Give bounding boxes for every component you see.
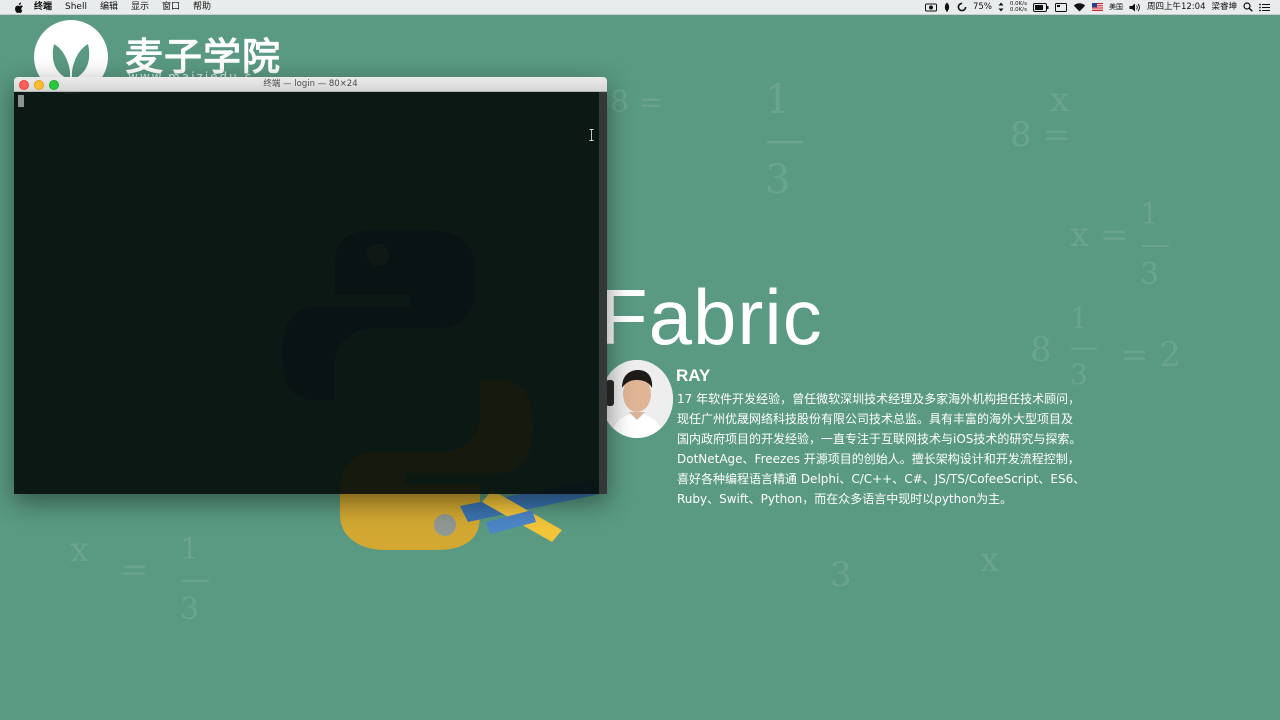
- flag-icon[interactable]: [1091, 3, 1103, 11]
- menu-edit[interactable]: 编辑: [100, 0, 118, 15]
- sync-icon[interactable]: [957, 2, 967, 12]
- screen-record-icon[interactable]: [925, 3, 937, 12]
- avatar: [601, 360, 673, 438]
- presenter-name: RAY: [676, 366, 711, 385]
- terminal-titlebar[interactable]: 终端 — login — 80×24: [14, 77, 607, 92]
- bio-line: 17 年软件开发经验，曾任微软深圳技术经理及多家海外机构担任技术顾问，: [677, 392, 1081, 406]
- window-controls: [19, 80, 59, 90]
- list-icon[interactable]: [1259, 3, 1270, 12]
- terminal-window[interactable]: 终端 — login — 80×24: [14, 77, 607, 494]
- network-speed[interactable]: 0.0K/s 0.0K/s: [1010, 1, 1027, 13]
- text-cursor: [18, 95, 24, 107]
- bio-line: DotNetAge、Freezes 开源项目的创始人。擅长架构设计和开发流程控制…: [677, 452, 1080, 466]
- menu-view[interactable]: 显示: [131, 0, 149, 15]
- bio-line: 喜好各种编程语言精通 Delphi、C/C++、C#、JS/TS/CofeeSc…: [677, 472, 1086, 486]
- status-area: 75% 0.0K/s 0.0K/s 美国 周四上午12:04 梁睿坤: [925, 0, 1280, 15]
- search-icon[interactable]: [1243, 2, 1253, 12]
- desktop: 8 = 1—3 x 8 = x = 1—3 8 1—3 = 2 x = 1—3 …: [0, 0, 1280, 720]
- user-name[interactable]: 梁睿坤: [1211, 0, 1237, 15]
- presenter-bio: 17 年软件开发经验，曾任微软深圳技术经理及多家海外机构担任技术顾问， 现任广州…: [677, 389, 1117, 509]
- scrollbar[interactable]: [599, 92, 607, 494]
- arrows-icon[interactable]: [998, 2, 1004, 12]
- wifi-icon[interactable]: [1073, 2, 1086, 12]
- terminal-title: 终端 — login — 80×24: [263, 79, 358, 89]
- bio-line: 国内政府项目的开发经验，一直专注于互联网技术与iOS技术的研究与探索。: [677, 432, 1082, 446]
- bio-line: 现任广州优晟网络科技股份有限公司技术总监。具有丰富的海外大型项目及: [677, 412, 1074, 426]
- display-icon[interactable]: [1054, 2, 1067, 12]
- battery-percent[interactable]: 75%: [973, 0, 992, 15]
- close-button[interactable]: [19, 80, 29, 90]
- rocket-icon[interactable]: [943, 2, 951, 12]
- bio-line: Ruby、Swift、Python，而在众多语言中现时以python为主。: [677, 492, 1013, 506]
- net-down: 0.0K/s: [1009, 7, 1027, 13]
- zoom-button[interactable]: [49, 80, 59, 90]
- ibeam-cursor-icon: [589, 129, 594, 141]
- menu-bar: 终端 Shell 编辑 显示 窗口 帮助 75% 0.0K/s 0.0K/s 美…: [0, 0, 1280, 15]
- terminal-body[interactable]: [14, 92, 607, 494]
- clock[interactable]: 周四上午12:04: [1147, 0, 1206, 15]
- menu-window[interactable]: 窗口: [162, 0, 180, 15]
- battery-icon[interactable]: [1032, 2, 1049, 12]
- volume-icon[interactable]: [1129, 3, 1141, 12]
- apple-icon[interactable]: [12, 2, 26, 13]
- menu-app-name[interactable]: 终端: [34, 0, 52, 15]
- menu-shell[interactable]: Shell: [65, 0, 87, 15]
- minimize-button[interactable]: [34, 80, 44, 90]
- menu-help[interactable]: 帮助: [193, 0, 211, 15]
- slide-title: Fabric: [600, 273, 823, 361]
- input-source-label[interactable]: 美国: [1109, 0, 1123, 15]
